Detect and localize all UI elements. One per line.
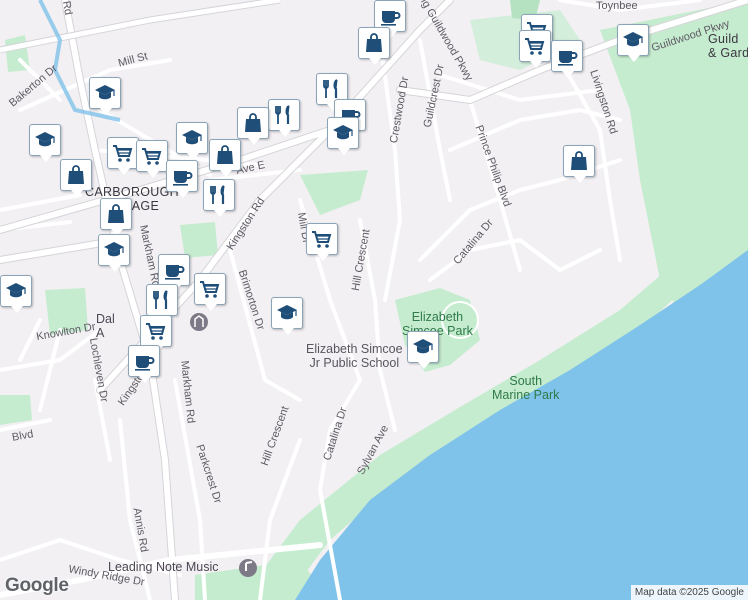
shopping-bag-icon xyxy=(68,165,84,184)
poi-marker-shopping-bag[interactable] xyxy=(60,159,92,197)
school-icon xyxy=(277,305,297,320)
street-label-rd-top: Rd xyxy=(59,0,75,16)
poi-marker-school[interactable] xyxy=(271,297,303,335)
shopping-bag-icon xyxy=(571,151,587,170)
school-icon xyxy=(6,283,26,298)
poi-marker-shopping-bag[interactable] xyxy=(563,145,595,183)
school-icon xyxy=(333,125,353,140)
school-icon xyxy=(104,242,124,257)
poi-marker-restaurant[interactable] xyxy=(203,179,235,217)
map-attribution[interactable]: Map data ©2025 Google xyxy=(630,585,748,600)
poi-marker-shopping-bag[interactable] xyxy=(100,198,132,236)
poi-marker-shopping-bag[interactable] xyxy=(358,27,390,65)
poi-marker-school[interactable] xyxy=(327,117,359,155)
shopping-bag-icon xyxy=(217,145,233,164)
school-icon xyxy=(95,85,115,100)
place-label-guild: Guild & Gard xyxy=(708,32,748,60)
poi-marker-school[interactable] xyxy=(407,331,439,369)
poi-marker-school[interactable] xyxy=(617,24,649,62)
poi-marker-school[interactable] xyxy=(0,275,32,313)
poi-marker-shopping-cart[interactable] xyxy=(306,223,338,261)
shopping-cart-icon xyxy=(142,148,162,165)
poi-marker-shopping-cart[interactable] xyxy=(519,30,551,68)
street-label-toynbee: Toynbee xyxy=(596,0,638,12)
poi-marker-restaurant[interactable] xyxy=(146,284,178,322)
poi-marker-shopping-cart[interactable] xyxy=(140,315,172,353)
poi-marker-school[interactable] xyxy=(98,234,130,272)
poi-marker-shopping-cart[interactable] xyxy=(107,137,139,175)
shopping-bag-icon xyxy=(245,113,261,132)
school-label-elizabeth-simcoe: Elizabeth Simcoe Jr Public School xyxy=(306,342,403,370)
restaurant-icon xyxy=(323,79,338,98)
poi-marker-school[interactable] xyxy=(29,124,61,162)
shopping-cart-icon xyxy=(525,38,545,55)
poi-marker-shopping-bag[interactable] xyxy=(237,107,269,145)
place-label-leading-note: Leading Note Music xyxy=(108,560,219,574)
poi-marker-shopping-cart[interactable] xyxy=(136,140,168,178)
poi-marker-shopping-cart[interactable] xyxy=(194,273,226,311)
restaurant-icon xyxy=(210,185,225,204)
coffee-icon xyxy=(558,51,578,66)
poi-marker-coffee[interactable] xyxy=(158,254,190,292)
park-label-south-marine: South Marine Park xyxy=(492,374,560,402)
coffee-icon xyxy=(135,356,155,371)
coffee-icon xyxy=(381,11,401,26)
poi-marker-coffee[interactable] xyxy=(128,345,160,383)
school-icon xyxy=(35,132,55,147)
school-icon xyxy=(182,130,202,145)
poi-marker-coffee[interactable] xyxy=(551,40,583,78)
poi-marker-shopping-bag[interactable] xyxy=(209,139,241,177)
shopping-cart-icon xyxy=(312,231,332,248)
map-view[interactable]: Rd Bakerton Dr Mill St Ave E Kingston Rd… xyxy=(0,0,748,600)
place-label-dal: Dal A xyxy=(96,312,115,340)
school-icon xyxy=(623,32,643,47)
shopping-cart-icon xyxy=(200,281,220,298)
poi-marker-school[interactable] xyxy=(176,122,208,160)
shopping-cart-icon xyxy=(146,323,166,340)
school-icon xyxy=(413,339,433,354)
coffee-icon xyxy=(173,171,193,186)
poi-marker-coffee[interactable] xyxy=(166,160,198,198)
poi-marker-restaurant[interactable] xyxy=(268,99,300,137)
poi-marker-school[interactable] xyxy=(89,77,121,115)
coffee-icon xyxy=(165,265,185,280)
shopping-bag-icon xyxy=(366,33,382,52)
shopping-cart-icon xyxy=(113,145,133,162)
restaurant-icon xyxy=(275,105,290,124)
google-logo: Google xyxy=(5,575,69,596)
shopping-bag-icon xyxy=(108,204,124,223)
restaurant-icon xyxy=(153,290,168,309)
